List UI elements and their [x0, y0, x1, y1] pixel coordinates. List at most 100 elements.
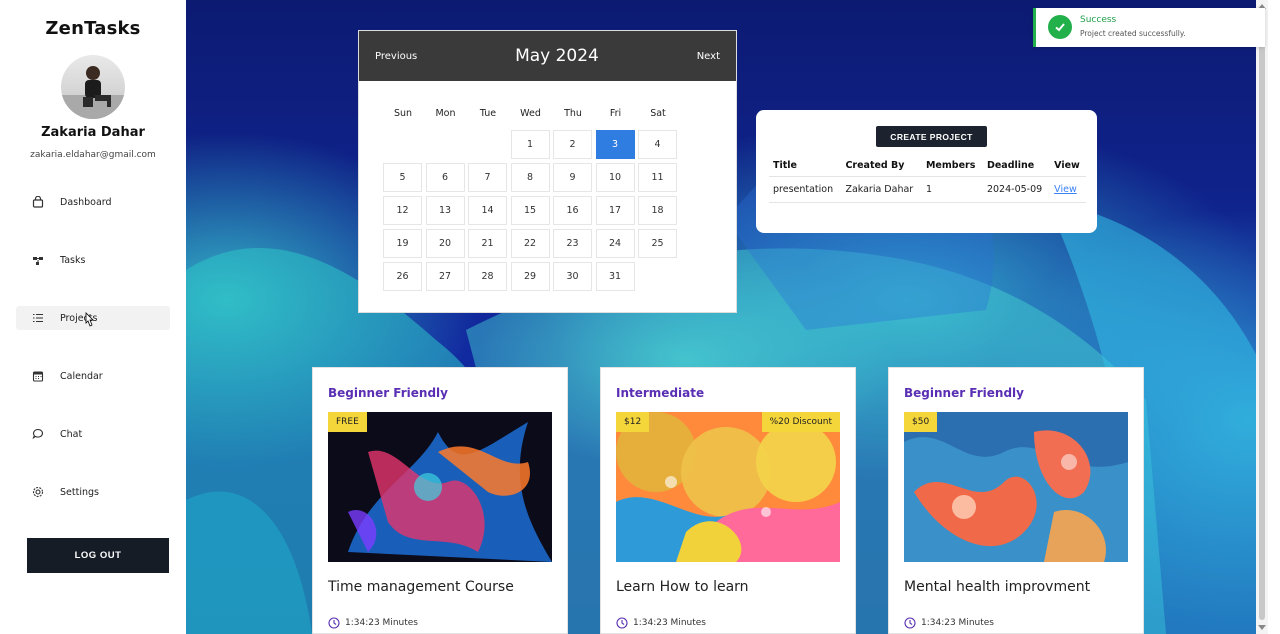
course-image: $12 %20 Discount	[616, 412, 840, 562]
project-title: presentation	[769, 175, 842, 203]
calendar-day[interactable]: 14	[468, 196, 507, 225]
avatar	[61, 55, 125, 119]
course-duration: 1:34:23 Minutes	[904, 617, 994, 629]
chat-icon	[30, 426, 46, 442]
weekday-label: Mon	[435, 108, 456, 119]
lock-icon	[30, 194, 46, 210]
calendar-day[interactable]: 1	[510, 130, 550, 159]
price-badge: FREE	[328, 412, 367, 432]
calendar-widget: Previous May 2024 Next Sun Mon Tue Wed Thu Fr…	[358, 30, 737, 313]
sidebar-item-label: Calendar	[60, 370, 103, 382]
projects-table: Title Created By Members Deadline View p…	[769, 156, 1086, 203]
calendar-day[interactable]: 9	[553, 163, 592, 192]
sidebar-item-tasks[interactable]: Tasks	[16, 248, 170, 272]
view-project-link[interactable]: View	[1054, 184, 1077, 195]
column-header: Title	[773, 160, 797, 172]
course-duration-text: 1:34:23 Minutes	[921, 618, 994, 628]
calendar-day[interactable]: 11	[638, 163, 677, 192]
vertical-scrollbar[interactable]	[1256, 0, 1268, 634]
price-badge: $12	[616, 412, 650, 432]
calendar-day[interactable]: 6	[425, 163, 465, 192]
sidebar-item-label: Chat	[60, 428, 83, 440]
course-card[interactable]: Beginner Friendly FREE Time management C…	[312, 367, 568, 634]
calendar-day[interactable]: 20	[425, 229, 465, 258]
calendar-day[interactable]: 7	[468, 163, 507, 192]
course-duration: 1:34:23 Minutes	[328, 617, 418, 629]
calendar-month-title: May 2024	[515, 46, 599, 66]
weekday-label: Wed	[520, 108, 541, 119]
clock-icon	[328, 617, 340, 629]
calendar-day[interactable]: 5	[383, 163, 422, 192]
weekday-label: Tue	[479, 108, 497, 119]
calendar-day[interactable]: 4	[638, 130, 677, 159]
course-title: Mental health improvment	[904, 579, 1091, 595]
course-card[interactable]: Beginner Friendly $50 Mental health impr…	[888, 367, 1144, 634]
course-title: Time management Course	[328, 579, 514, 595]
toast-message: Project created successfully.	[1080, 29, 1186, 38]
course-level: Beginner Friendly	[904, 386, 1024, 400]
project-creator: Zakaria Dahar	[841, 175, 922, 203]
calendar-day[interactable]: 27	[425, 262, 465, 291]
next-month-button[interactable]: Next	[697, 51, 720, 62]
course-duration-text: 1:34:23 Minutes	[633, 618, 706, 628]
mouse-pointer-icon	[85, 312, 94, 327]
course-duration-text: 1:34:23 Minutes	[345, 618, 418, 628]
calendar-day-selected[interactable]: 3	[595, 130, 635, 159]
calendar-day[interactable]: 25	[638, 229, 677, 258]
create-project-button[interactable]: CREATE PROJECT	[876, 126, 987, 147]
toast-title: Success	[1080, 15, 1117, 25]
calendar-icon	[30, 368, 46, 384]
course-title: Learn How to learn	[616, 579, 749, 595]
calendar-header: Previous May 2024 Next	[359, 31, 736, 81]
user-email: zakaria.eldahar@gmail.com	[30, 150, 156, 160]
calendar-day[interactable]: 28	[468, 262, 507, 291]
calendar-day[interactable]: 21	[468, 229, 507, 258]
sidebar-item-chat[interactable]: Chat	[16, 422, 170, 446]
calendar-day[interactable]: 23	[553, 229, 592, 258]
course-level: Intermediate	[616, 386, 705, 400]
calendar-day[interactable]: 22	[510, 229, 550, 258]
sidebar-item-label: Settings	[60, 486, 99, 498]
table-row: presentation Zakaria Dahar 1 2024-05-09 …	[769, 175, 1086, 203]
calendar-day[interactable]: 13	[425, 196, 465, 225]
calendar-day[interactable]: 31	[595, 262, 635, 291]
calendar-day[interactable]: 30	[553, 262, 592, 291]
weekday-label: Thu	[564, 108, 582, 119]
calendar-day[interactable]: 12	[383, 196, 422, 225]
calendar-day[interactable]: 8	[510, 163, 550, 192]
column-header: Members	[925, 160, 976, 172]
calendar-day[interactable]: 19	[383, 229, 422, 258]
weekday-label: Sun	[393, 108, 413, 119]
brand-logo: ZenTasks	[45, 18, 141, 39]
weekday-label: Sat	[650, 108, 666, 119]
calendar-day[interactable]: 15	[510, 196, 550, 225]
scroll-thumb[interactable]	[1259, 14, 1265, 620]
scroll-down-arrow-icon[interactable]	[1258, 625, 1266, 630]
gear-icon	[30, 484, 46, 500]
sidebar-item-settings[interactable]: Settings	[16, 480, 170, 504]
sidebar-item-label: Dashboard	[60, 196, 112, 208]
course-card[interactable]: Intermediate $12 %20 Discount Learn How …	[600, 367, 856, 634]
calendar-day[interactable]: 24	[595, 229, 635, 258]
list-icon	[30, 310, 46, 326]
calendar-day[interactable]: 2	[553, 130, 592, 159]
logout-button[interactable]: LOG OUT	[27, 538, 169, 573]
calendar-day[interactable]: 18	[638, 196, 677, 225]
column-header: Deadline	[986, 160, 1035, 172]
nodes-icon	[30, 252, 46, 268]
price-badge: $50	[904, 412, 938, 432]
calendar-day[interactable]: 29	[510, 262, 550, 291]
calendar-day[interactable]: 26	[383, 262, 422, 291]
course-level: Beginner Friendly	[328, 386, 448, 400]
sidebar-item-calendar[interactable]: Calendar	[16, 364, 170, 388]
success-toast[interactable]: Success Project created successfully.	[1033, 8, 1265, 47]
course-image: FREE	[328, 412, 552, 562]
column-header: Created By	[845, 160, 905, 172]
course-duration: 1:34:23 Minutes	[616, 617, 706, 629]
calendar-day[interactable]: 16	[553, 196, 592, 225]
calendar-day[interactable]: 17	[595, 196, 635, 225]
previous-month-button[interactable]: Previous	[375, 51, 417, 62]
sidebar-item-dashboard[interactable]: Dashboard	[16, 190, 170, 214]
calendar-day[interactable]: 10	[595, 163, 635, 192]
clock-icon	[616, 617, 628, 629]
